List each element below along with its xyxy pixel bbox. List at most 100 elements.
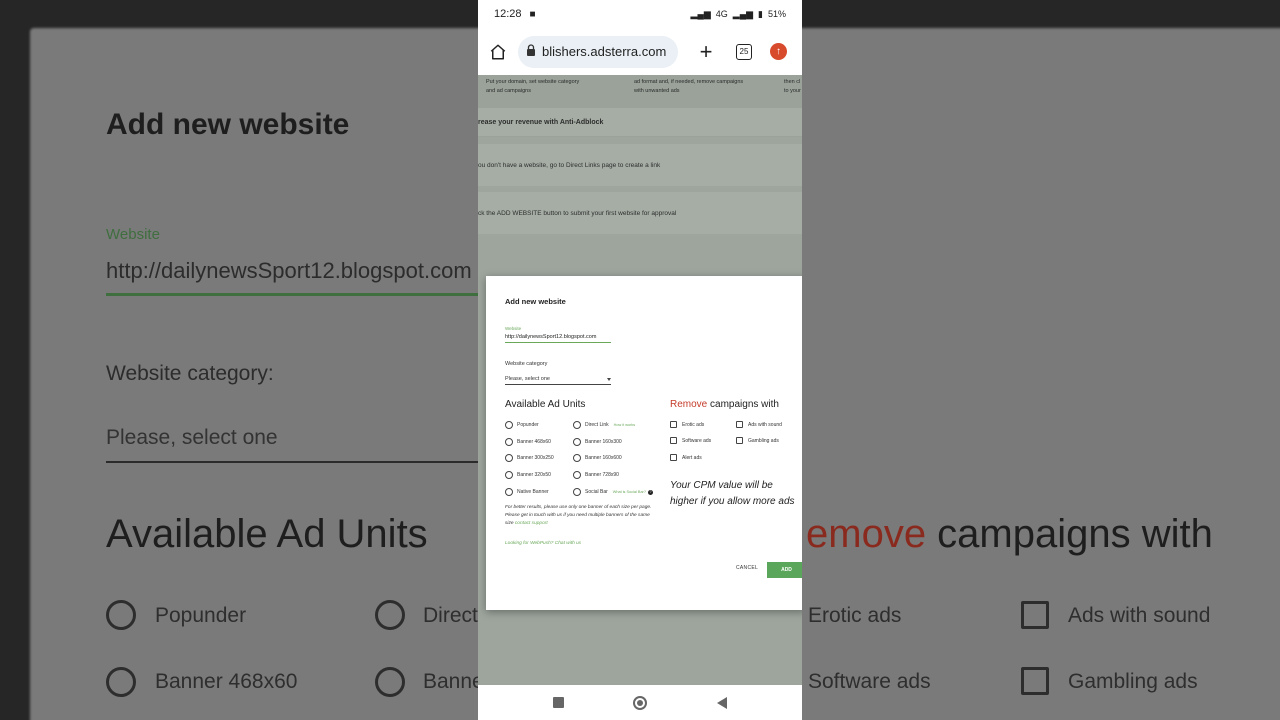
status-icons: ▂▄▆ 4G ▂▄▆ ▮ 51% <box>691 9 786 20</box>
category-select[interactable]: Please, select one <box>505 376 611 385</box>
checkbox-label: Software ads <box>682 437 712 444</box>
bg-title: Add new website <box>106 108 350 141</box>
radio-circle-icon <box>573 454 581 462</box>
banner-anti-adblock[interactable]: rease your revenue with Anti-Adblock <box>478 108 802 136</box>
banner-note: For better results, please use only one … <box>505 504 655 528</box>
step3-line2: to your <box>784 88 801 94</box>
radio-banner-320x50[interactable]: Banner 320x50 <box>505 471 551 479</box>
radio-circle-icon <box>573 438 581 446</box>
radio-banner-468x60[interactable]: Banner 468x60 <box>505 438 551 446</box>
status-bar: 12:28 ■ ▂▄▆ 4G ▂▄▆ ▮ 51% <box>478 0 802 28</box>
address-bar[interactable]: blishers.adsterra.com <box>518 35 678 68</box>
step1-line1: Put your domain, set website category <box>486 79 580 85</box>
radio-circle-icon <box>505 471 513 479</box>
checkbox-icon <box>670 437 677 444</box>
add-button[interactable]: ADD <box>767 562 802 578</box>
step2-line1: ad format and, if needed, remove campaig… <box>634 79 744 85</box>
bg-website-label: Website <box>106 226 160 243</box>
banner-submit-text: ck the ADD WEBSITE button to submit your… <box>478 209 677 217</box>
url-text: blishers.adsterra.com <box>542 44 667 59</box>
radio-circle-icon <box>505 421 513 429</box>
tab-switcher-button[interactable]: 25 <box>736 43 752 60</box>
radio-banner-728x90[interactable]: Banner 728x90 <box>573 471 619 479</box>
bg-radio-direct <box>375 600 405 630</box>
bg-opt-gambling: Gambling ads <box>1068 670 1198 693</box>
home-nav-icon[interactable] <box>633 695 648 710</box>
how-it-works-link[interactable]: How it works <box>614 423 636 427</box>
bg-category-underline <box>106 461 486 463</box>
bg-opt-erotic: Erotic ads <box>808 604 902 627</box>
radio-circle-icon <box>505 488 513 496</box>
bg-check-gambling <box>1021 667 1049 695</box>
radio-label: Banner 468x60 <box>517 439 551 445</box>
cpm-info-text: Your CPM value will be higher if you all… <box>670 480 795 507</box>
radio-banner-160x600[interactable]: Banner 160x600 <box>573 454 622 462</box>
checkbox-label: Erotic ads <box>682 421 705 428</box>
radio-direct-link[interactable]: Direct Link How it works <box>573 421 635 429</box>
bg-radio-banner-partial <box>375 667 405 697</box>
cancel-button[interactable]: CANCEL <box>736 565 758 571</box>
website-label: Website <box>505 326 522 331</box>
home-icon[interactable] <box>488 42 508 62</box>
banner-direct-links: ou don't have a website, go to Direct Li… <box>478 144 802 186</box>
battery-icon: ▮ <box>758 8 763 19</box>
remove-word: Remove <box>670 399 708 410</box>
radio-label: Banner 160x600 <box>585 455 622 461</box>
bg-opt-direct: Direct <box>423 604 478 627</box>
checkbox-icon <box>736 421 743 428</box>
new-tab-icon[interactable]: + <box>696 40 716 62</box>
checkbox-alert-ads[interactable]: Alert ads <box>670 454 702 461</box>
status-time: 12:28 <box>494 8 522 20</box>
bg-radio-banner468 <box>106 667 136 697</box>
lock-icon <box>526 43 538 61</box>
help-icon[interactable]: ? <box>647 489 653 495</box>
contact-support-link[interactable]: contact support <box>515 521 548 526</box>
radio-circle-icon <box>505 454 513 462</box>
update-arrow-icon[interactable]: ↑ <box>770 43 787 60</box>
video-camera-icon: ■ <box>529 8 536 20</box>
radio-native-banner[interactable]: Native Banner <box>505 488 549 496</box>
radio-label: Banner 160x300 <box>585 439 622 445</box>
radio-label: Banner 300x250 <box>517 455 554 461</box>
checkbox-erotic-ads[interactable]: Erotic ads <box>670 421 704 428</box>
bg-remove-rest: campaigns with <box>926 512 1213 556</box>
bg-category-value: Please, select one <box>106 426 278 449</box>
banner-direct-links-text: ou don't have a website, go to Direct Li… <box>478 161 661 169</box>
what-is-social-bar-link[interactable]: What is Social Bar? <box>613 490 646 494</box>
bg-opt-popunder: Popunder <box>155 604 247 627</box>
radio-banner-300x250[interactable]: Banner 300x250 <box>505 454 554 462</box>
checkbox-icon <box>670 421 677 428</box>
dialog-title: Add new website <box>505 297 566 306</box>
checkbox-label: Gambling ads <box>748 437 779 444</box>
radio-label: Popunder <box>517 422 539 428</box>
radio-label: Native Banner <box>517 489 549 495</box>
radio-circle-icon <box>573 488 581 496</box>
category-label: Website category <box>505 361 548 367</box>
back-icon[interactable] <box>717 696 728 709</box>
checkbox-ads-with-sound[interactable]: Ads with sound <box>736 421 782 428</box>
radio-social-bar[interactable]: Social Bar What is Social Bar?? <box>573 488 653 496</box>
bg-opt-banner-partial: Banne <box>423 670 484 693</box>
checkbox-gambling-ads[interactable]: Gambling ads <box>736 437 779 444</box>
checkbox-icon <box>736 437 743 444</box>
step2-line2: with unwanted ads <box>634 88 680 94</box>
checkbox-label: Alert ads <box>682 454 702 461</box>
radio-circle-icon <box>573 421 581 429</box>
website-input[interactable]: http://dailynewsSport12.blogspot.com <box>505 334 611 343</box>
radio-label: Social Bar <box>585 489 608 495</box>
battery-level: 51% <box>767 9 786 19</box>
add-website-dialog: Add new website Website http://dailynews… <box>486 276 802 610</box>
radio-popunder[interactable]: Popunder <box>505 421 539 429</box>
radio-label: Direct Link <box>585 422 609 428</box>
bg-check-sound <box>1021 601 1049 629</box>
checkbox-icon <box>670 454 677 461</box>
bg-remove-heading: emove campaigns with <box>806 512 1213 557</box>
radio-banner-160x300[interactable]: Banner 160x300 <box>573 438 622 446</box>
recents-icon[interactable] <box>552 697 564 708</box>
checkbox-software-ads[interactable]: Software ads <box>670 437 711 444</box>
bg-opt-banner468: Banner 468x60 <box>155 670 298 693</box>
radio-label: Banner 728x90 <box>585 472 619 478</box>
webpush-note: Looking for WebPush? Chat with us <box>505 540 655 548</box>
webpush-chat-link[interactable]: Looking for WebPush? Chat with us <box>505 541 581 546</box>
remove-rest: campaigns with <box>707 399 779 410</box>
